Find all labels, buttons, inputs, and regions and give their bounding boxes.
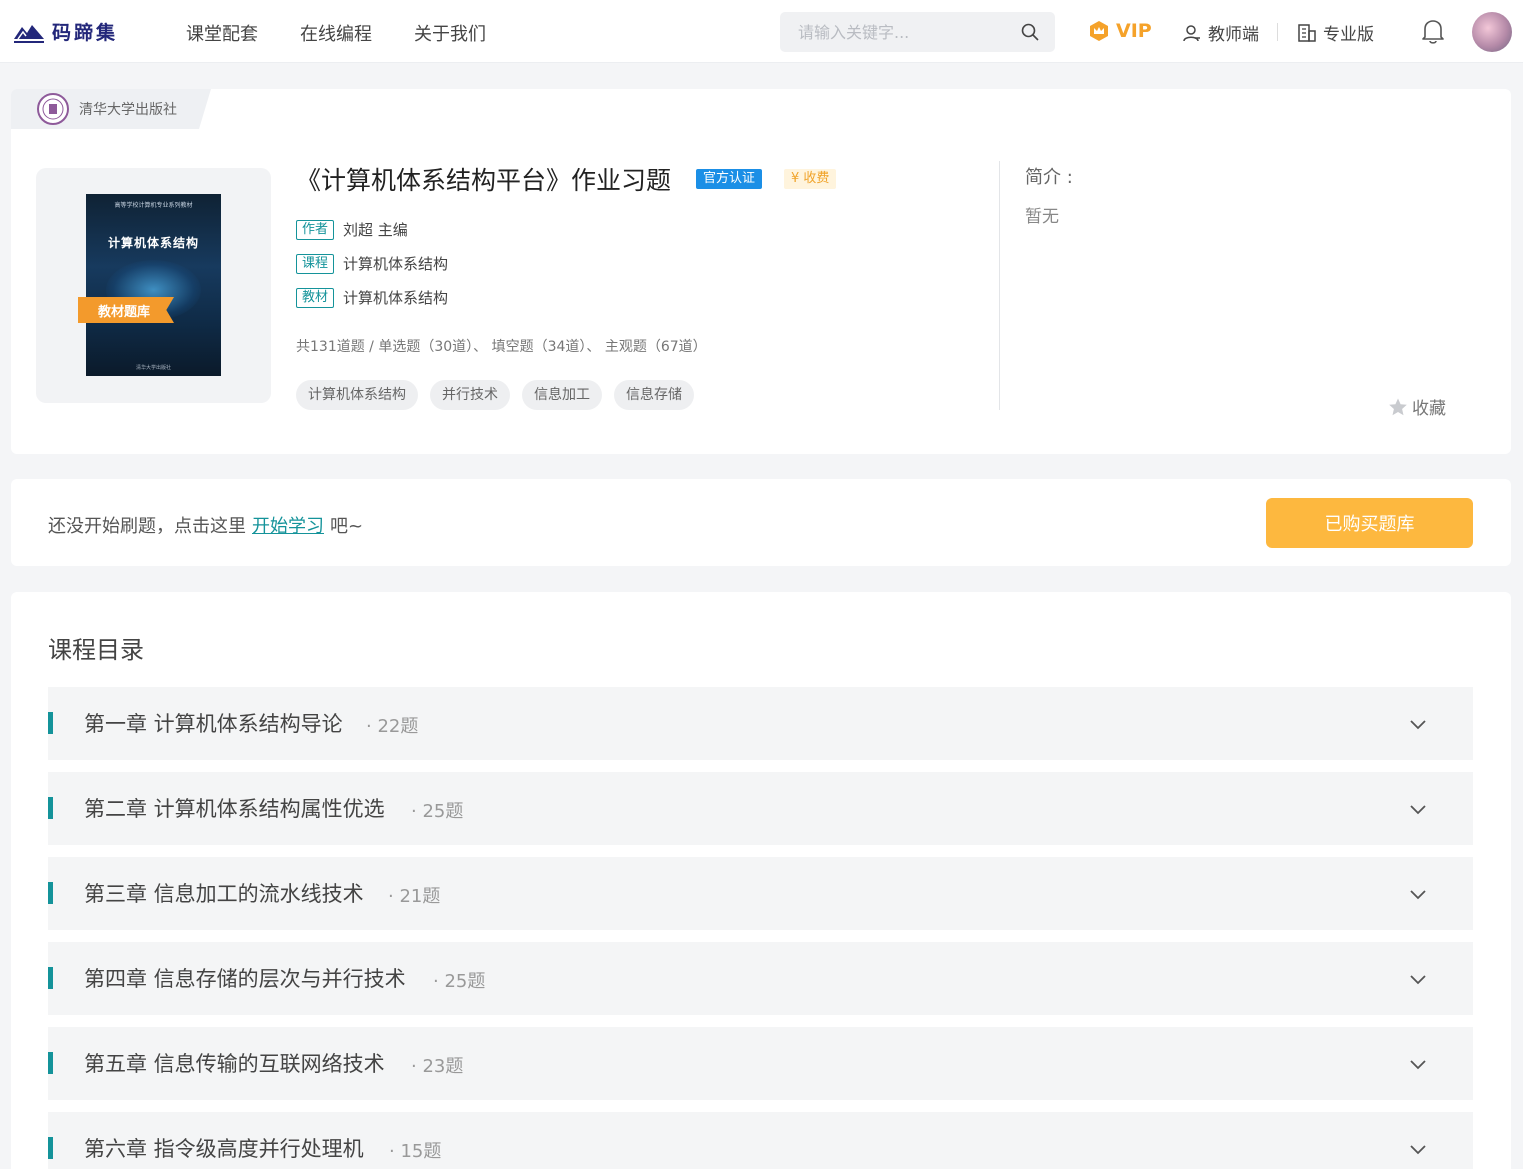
pro-label: 专业版 — [1323, 25, 1374, 45]
chevron-down-icon — [1410, 1060, 1426, 1070]
teacher-link[interactable]: 教师端 — [1182, 20, 1259, 45]
publisher-badge: 清华大学出版社 — [11, 89, 211, 129]
chapter-count: · 22题 — [366, 716, 419, 737]
chapter-count: · 25题 — [411, 801, 464, 822]
chapter-item[interactable]: 第五章 信息传输的互联网络技术 · 23题 — [48, 1027, 1473, 1100]
chapter-item[interactable]: 第三章 信息加工的流水线技术 · 21题 — [48, 857, 1473, 930]
chapter-title: 第四章 信息存储的层次与并行技术 — [84, 967, 406, 991]
chapter-accent-bar — [48, 797, 53, 819]
star-icon — [1389, 398, 1407, 415]
chapter-accent-bar — [48, 1052, 53, 1074]
teacher-label: 教师端 — [1208, 25, 1259, 45]
cover-series: 高等学校计算机专业系列教材 — [114, 202, 193, 209]
chapter-item[interactable]: 第二章 计算机体系结构属性优选 · 25题 — [48, 772, 1473, 845]
cover-title: 计算机体系结构 — [107, 236, 199, 250]
chapter-accent-bar — [48, 967, 53, 989]
chapter-count: · 21题 — [388, 886, 441, 907]
building-icon — [1298, 23, 1316, 42]
meta-tag: 作者 — [296, 219, 335, 240]
meta-textbook: 教材 计算机体系结构 — [296, 287, 448, 308]
catalog-card: 课程目录 第一章 计算机体系结构导论 · 22题 第二章 计算机体系结构属性优选… — [11, 592, 1511, 1169]
nav-online-coding[interactable]: 在线编程 — [300, 20, 372, 46]
chapter-item[interactable]: 第一章 计算机体系结构导论 · 22题 — [48, 687, 1473, 760]
chevron-down-icon — [1410, 890, 1426, 900]
search-box — [780, 12, 1055, 52]
intro-label: 简介 : — [1025, 167, 1073, 188]
meta-value: 计算机体系结构 — [343, 255, 449, 273]
start-prefix: 还没开始刷题，点击这里 — [48, 516, 246, 537]
chapter-accent-bar — [48, 1137, 53, 1159]
bell-icon[interactable] — [1420, 17, 1446, 45]
nav-about-us[interactable]: 关于我们 — [414, 20, 486, 46]
meta-tag: 课程 — [296, 253, 335, 274]
logo-icon — [14, 24, 44, 43]
chapter-title: 第三章 信息加工的流水线技术 — [84, 882, 364, 906]
fee-badge: ¥ 收费 — [784, 169, 837, 189]
vip-link[interactable]: VIP — [1088, 20, 1152, 42]
vip-label: VIP — [1116, 20, 1152, 42]
vip-crown-icon — [1090, 21, 1108, 41]
tag-chip[interactable]: 信息存储 — [614, 380, 694, 410]
start-learning-link[interactable]: 开始学习 — [252, 512, 324, 538]
chapter-title: 第一章 计算机体系结构导论 — [84, 712, 343, 736]
header-divider — [1277, 23, 1278, 41]
chevron-down-icon — [1410, 805, 1426, 815]
chapter-item[interactable]: 第四章 信息存储的层次与并行技术 · 25题 — [48, 942, 1473, 1015]
site-logo[interactable]: 码蹄集 — [12, 18, 118, 45]
meta-tag: 教材 — [296, 287, 335, 308]
cover-box: 高等学校计算机专业系列教材 计算机体系结构 清华大学出版社 教材题库 — [36, 168, 271, 403]
chapter-count: · 25题 — [433, 971, 486, 992]
chapter-count: · 15题 — [389, 1141, 442, 1162]
pro-link[interactable]: 专业版 — [1297, 20, 1374, 45]
chevron-down-icon — [1410, 720, 1426, 730]
chapter-accent-bar — [48, 712, 53, 734]
chapter-title: 第六章 指令级高度并行处理机 — [84, 1137, 364, 1161]
section-divider — [999, 161, 1000, 410]
search-icon[interactable] — [1020, 22, 1040, 42]
start-prompt: 还没开始刷题，点击这里 开始学习 吧~ — [48, 512, 363, 538]
publisher-name: 清华大学出版社 — [79, 102, 177, 118]
meta-value: 刘超 主编 — [343, 221, 408, 239]
search-input[interactable] — [780, 12, 1010, 52]
chevron-down-icon — [1410, 1145, 1426, 1155]
start-suffix: 吧~ — [330, 516, 364, 537]
chapter-accent-bar — [48, 882, 53, 904]
intro-text: 暂无 — [1025, 207, 1059, 227]
start-learning-card: 还没开始刷题，点击这里 开始学习 吧~ 已购买题库 — [11, 479, 1511, 566]
book-info-card: 清华大学出版社 高等学校计算机专业系列教材 计算机体系结构 清华大学出版社 教材… — [11, 89, 1511, 454]
book-cover[interactable]: 高等学校计算机专业系列教材 计算机体系结构 清华大学出版社 — [86, 194, 221, 376]
tag-chip[interactable]: 信息加工 — [522, 380, 602, 410]
tag-list: 计算机体系结构 并行技术 信息加工 信息存储 — [296, 380, 694, 410]
top-header: 码蹄集 课堂配套 在线编程 关于我们 VIP 教师端 — [0, 0, 1523, 63]
main-nav: 课堂配套 在线编程 关于我们 — [186, 20, 486, 46]
publisher-seal-icon — [37, 93, 69, 125]
catalog-title: 课程目录 — [48, 636, 144, 664]
chapter-title: 第五章 信息传输的互联网络技术 — [84, 1052, 385, 1076]
chapter-item[interactable]: 第六章 指令级高度并行处理机 · 15题 — [48, 1112, 1473, 1169]
tag-chip[interactable]: 计算机体系结构 — [296, 380, 418, 410]
chapter-count: · 23题 — [411, 1056, 464, 1077]
nav-classroom[interactable]: 课堂配套 — [186, 20, 258, 46]
official-badge: 官方认证 — [696, 169, 763, 189]
favorite-button[interactable]: 收藏 — [1388, 394, 1446, 419]
cover-ribbon: 教材题库 — [78, 297, 174, 323]
meta-course: 课程 计算机体系结构 — [296, 253, 448, 274]
meta-value: 计算机体系结构 — [343, 289, 449, 307]
tag-chip[interactable]: 并行技术 — [430, 380, 510, 410]
question-stats: 共131道题 / 单选题（30道）、 填空题（34道）、 主观题（67道） — [296, 339, 707, 355]
chapter-title: 第二章 计算机体系结构属性优选 — [84, 797, 385, 821]
cover-publisher: 清华大学出版社 — [135, 365, 171, 371]
purchased-button[interactable]: 已购买题库 — [1266, 498, 1473, 548]
chevron-down-icon — [1410, 975, 1426, 985]
user-avatar[interactable] — [1472, 12, 1512, 52]
book-title: 《计算机体系结构平台》作业习题 — [296, 166, 672, 195]
user-icon — [1183, 24, 1200, 41]
meta-author: 作者 刘超 主编 — [296, 219, 408, 240]
favorite-label: 收藏 — [1412, 399, 1446, 419]
logo-text: 码蹄集 — [52, 22, 119, 44]
